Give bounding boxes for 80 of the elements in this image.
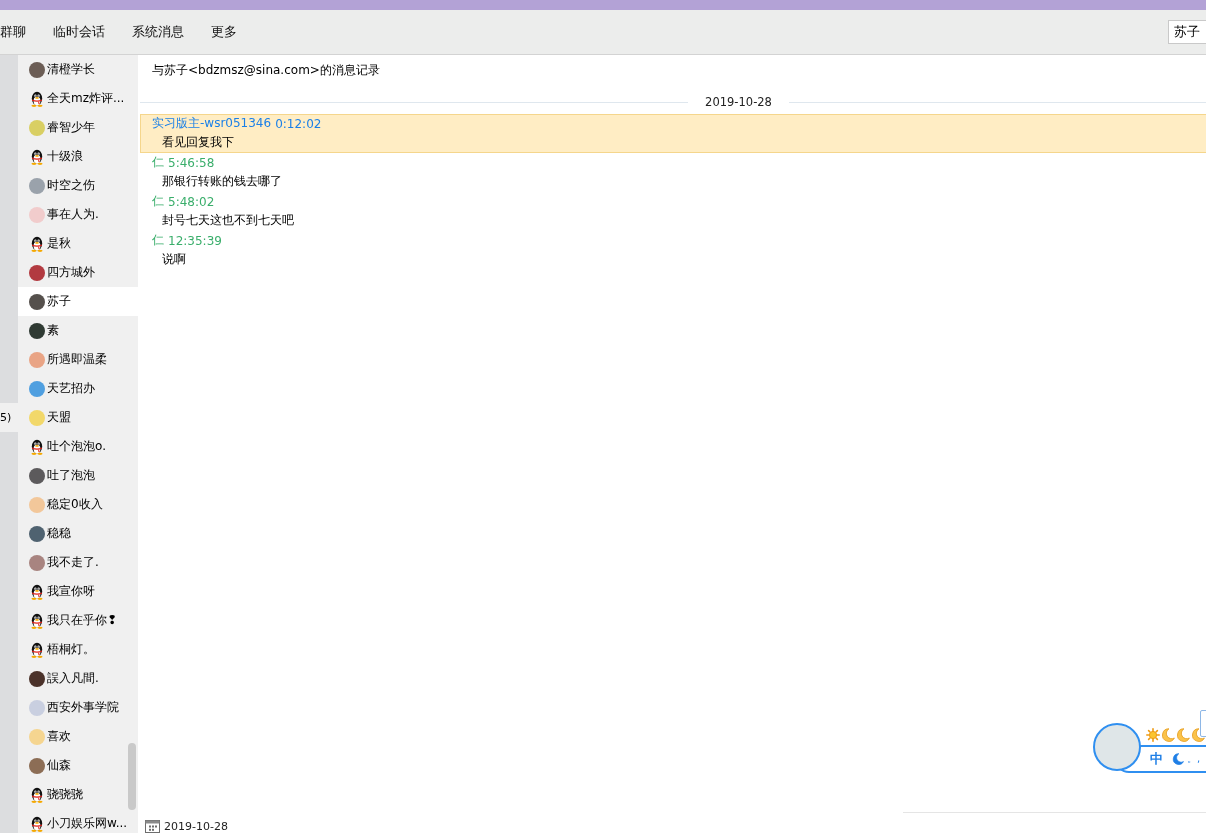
date-divider-label: 2019-10-28 [705,95,772,109]
avatar-photo [29,525,45,542]
count-text: 5) [0,403,18,432]
avatar-photo [29,380,45,397]
tab[interactable]: 群聊 [0,20,26,44]
message-time: 5:48:02 [168,194,215,209]
sender-name: 仁 [152,193,164,210]
tab[interactable]: 临时会话 [53,20,105,44]
avatar-photo [29,728,45,745]
avatar-photo [29,119,45,136]
penguin-icon [29,641,45,658]
contact-item[interactable]: 睿智少年 [18,113,138,142]
sender-name: 实习版主-wsr051346 [152,115,272,132]
scrollbar-thumb[interactable] [128,743,136,810]
avatar-photo [29,264,45,281]
contact-item[interactable]: 全天mz炸评... [18,84,138,113]
penguin-icon [29,148,45,165]
avatar-photo [29,699,45,716]
contact-item[interactable]: 清橙学长 [18,55,138,84]
contact-item[interactable]: 十级浪 [18,142,138,171]
avatar-photo [29,467,45,484]
avatar-photo [29,554,45,571]
message-time: 12:35:39 [168,233,222,248]
avatar-photo [29,496,45,513]
contact-item[interactable]: 誤入凡間. [18,664,138,693]
tab[interactable]: 系统消息 [132,20,184,44]
avatar-photo [29,322,45,339]
contact-item[interactable]: 梧桐灯。 [18,635,138,664]
contact-item[interactable]: 稳定0收入 [18,490,138,519]
penguin-icon [29,612,45,629]
contact-item[interactable]: 天盟 [18,403,138,432]
penguin-icon [29,815,45,832]
message-text: 那银行转账的钱去哪了 [162,173,282,190]
avatar-photo [29,61,45,78]
avatar-photo [29,177,45,194]
avatar-photo [29,670,45,687]
contact-item[interactable]: 苏子 [18,287,138,316]
sender-name: 仁 [152,154,164,171]
contact-item[interactable]: 天艺招办 [18,374,138,403]
contact-item[interactable]: 西安外事学院 [18,693,138,722]
contact-item[interactable]: 吐了泡泡 [18,461,138,490]
contact-item[interactable]: 吐个泡泡o. [18,432,138,461]
message-time: 5:46:58 [168,155,215,170]
penguin-icon [29,235,45,252]
message-text: 说啊 [162,251,186,268]
moon-icon[interactable] [1172,753,1184,765]
contact-item[interactable]: 是秋 [18,229,138,258]
message-text: 看见回复我下 [162,134,234,151]
contact-item[interactable]: 我宣你呀 [18,577,138,606]
penguin-icon [29,90,45,107]
contact-item[interactable]: 我只在乎你❢ [18,606,138,635]
contact-item[interactable]: 稳稳 [18,519,138,548]
penguin-icon [29,583,45,600]
sun-icon [1146,728,1160,742]
contact-item[interactable]: 我不走了. [18,548,138,577]
avatar-photo [29,351,45,368]
date-picker-button[interactable]: 2019-10-28 [145,820,228,833]
avatar-photo [29,757,45,774]
contact-item[interactable]: 四方城外 [18,258,138,287]
search-field[interactable]: 苏子 [1168,20,1206,44]
punctuation-button[interactable]: 。, [1187,752,1201,766]
contact-item[interactable]: 素 [18,316,138,345]
history-title: 与苏子<bdzmsz@sina.com>的消息记录 [151,62,381,77]
moon-icon [1176,728,1190,742]
penguin-icon [29,438,45,455]
contact-item[interactable]: 事在人为. [18,200,138,229]
contact-item[interactable]: 所遇即温柔 [18,345,138,374]
penguin-icon [29,786,45,803]
sender-name: 仁 [152,232,164,249]
contact-item[interactable]: 时空之伤 [18,171,138,200]
input-mode-button[interactable]: 中 [1150,751,1163,767]
message-text: 封号七天这也不到七天吧 [162,212,294,229]
moon-icon [1191,728,1205,742]
contact-item[interactable]: 小刀娱乐网w... [18,809,138,833]
moon-icon [1161,728,1175,742]
avatar-photo [29,293,45,310]
avatar-photo [29,409,45,426]
avatar-photo [29,206,45,223]
tab[interactable]: 更多 [211,20,237,44]
message-time: 0:12:02 [275,116,322,131]
